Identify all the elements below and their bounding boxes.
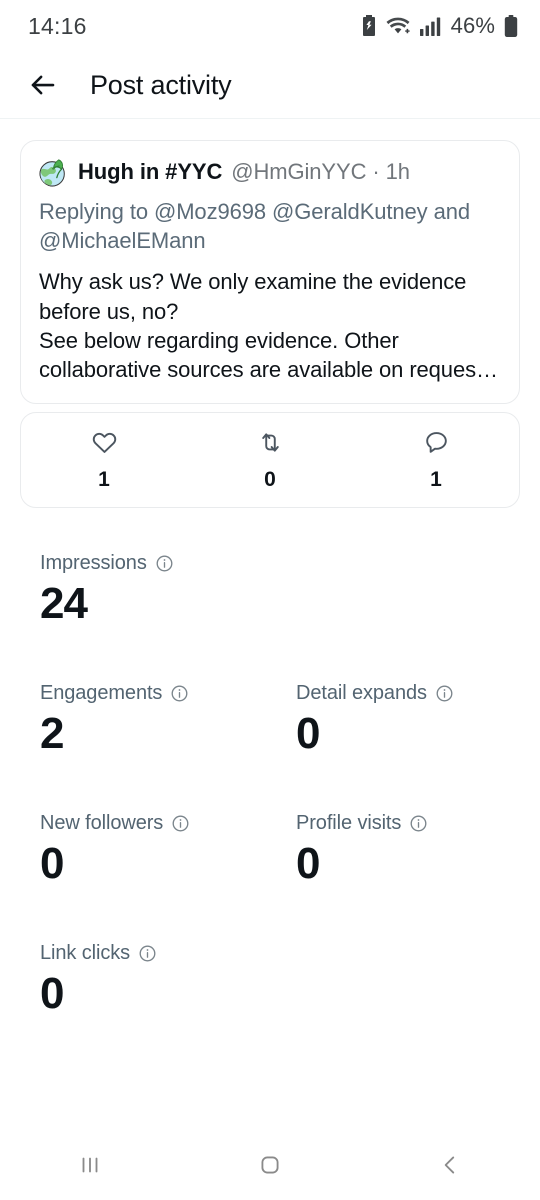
metric-link-clicks-value: 0: [40, 969, 64, 1018]
metric-new-followers[interactable]: New followers 0: [40, 812, 296, 942]
page-title: Post activity: [90, 69, 232, 100]
engagement-summary-card: 1 0 1: [20, 412, 520, 508]
metric-profile-visits-label: Profile visits: [296, 812, 402, 834]
android-nav-bar: [0, 1130, 540, 1200]
recents-icon: [82, 1157, 98, 1173]
header-divider: [0, 118, 540, 119]
metric-detail-expands[interactable]: Detail expands 0: [296, 682, 540, 812]
info-icon[interactable]: [435, 684, 454, 703]
post-author-handle: @HmGinYYC · 1h: [231, 159, 410, 184]
status-icons: 46%: [361, 13, 518, 39]
metric-engagements[interactable]: Engagements 2: [40, 682, 296, 812]
info-icon[interactable]: [138, 944, 157, 963]
info-icon[interactable]: [171, 814, 190, 833]
metric-label-row: Link clicks: [40, 942, 296, 965]
metrics-grid: Impressions 24 Engagements 2 Detail expa…: [0, 552, 540, 1072]
metric-profile-visits-value: 0: [296, 839, 320, 888]
phone-screen: 14:16 46% Post activity Hugh in #YYC @Hm…: [0, 0, 540, 1200]
alarm-battery-icon: [361, 15, 377, 37]
post-author-row: Hugh in #YYC @HmGinYYC · 1h: [39, 157, 501, 187]
reposts-count: 0: [264, 467, 276, 491]
wifi-icon: [386, 16, 411, 36]
metric-profile-visits[interactable]: Profile visits 0: [296, 812, 540, 942]
engagement-replies[interactable]: 1: [353, 429, 519, 492]
post-preview-card[interactable]: Hugh in #YYC @HmGinYYC · 1h Replying to …: [20, 140, 520, 404]
engagement-reposts[interactable]: 0: [187, 429, 353, 492]
cellular-signal-icon: [419, 16, 442, 36]
metric-new-followers-value: 0: [40, 839, 64, 888]
battery-percent-label: 46%: [450, 13, 495, 38]
metric-label-row: Profile visits: [296, 812, 540, 835]
metric-link-clicks-label: Link clicks: [40, 942, 131, 964]
metric-new-followers-label: New followers: [40, 812, 164, 834]
metric-label-row: Detail expands: [296, 682, 540, 705]
metric-detail-expands-value: 0: [296, 709, 320, 758]
back-nav-button[interactable]: [360, 1152, 540, 1178]
info-icon[interactable]: [409, 814, 428, 833]
replies-count: 1: [430, 467, 442, 491]
metrics-row-1: Impressions 24: [40, 552, 500, 682]
status-bar: 14:16 46%: [0, 0, 540, 52]
likes-count: 1: [98, 467, 110, 491]
info-icon[interactable]: [170, 684, 189, 703]
app-header: Post activity: [0, 52, 540, 118]
back-button[interactable]: [24, 66, 62, 104]
metric-engagements-value: 2: [40, 709, 64, 758]
recents-button[interactable]: [0, 1152, 180, 1178]
retweet-icon: [257, 429, 284, 461]
metric-impressions-value: 24: [40, 579, 88, 628]
post-body-text: Why ask us? We only examine the evidence…: [39, 269, 498, 383]
post-author-name: Hugh in #YYC: [78, 159, 223, 184]
metrics-row-4: Link clicks 0: [40, 942, 500, 1072]
metric-label-row: Engagements: [40, 682, 296, 705]
replying-to-text: Replying to @Moz9698 @GeraldKutney and @…: [39, 199, 471, 254]
info-icon[interactable]: [155, 554, 174, 573]
home-icon: [261, 1156, 279, 1174]
heart-icon: [91, 429, 118, 461]
metric-impressions[interactable]: Impressions 24: [40, 552, 296, 682]
metric-detail-expands-label: Detail expands: [296, 682, 427, 704]
engagement-likes[interactable]: 1: [21, 429, 187, 492]
arrow-left-icon: [31, 75, 55, 95]
status-clock: 14:16: [28, 12, 87, 39]
avatar-image: [39, 159, 65, 187]
metrics-row-3: New followers 0 Profile visits 0: [40, 812, 500, 942]
metric-label-row: New followers: [40, 812, 296, 835]
metric-link-clicks[interactable]: Link clicks 0: [40, 942, 296, 1072]
metric-label-row: Impressions: [40, 552, 296, 575]
globe-leaf-avatar[interactable]: [39, 157, 69, 187]
metric-engagements-label: Engagements: [40, 682, 163, 704]
metric-impressions-label: Impressions: [40, 552, 147, 574]
home-button[interactable]: [180, 1152, 360, 1178]
back-icon: [444, 1156, 455, 1174]
battery-icon: [504, 15, 518, 37]
metrics-row-2: Engagements 2 Detail expands 0: [40, 682, 500, 812]
reply-icon: [423, 429, 450, 461]
